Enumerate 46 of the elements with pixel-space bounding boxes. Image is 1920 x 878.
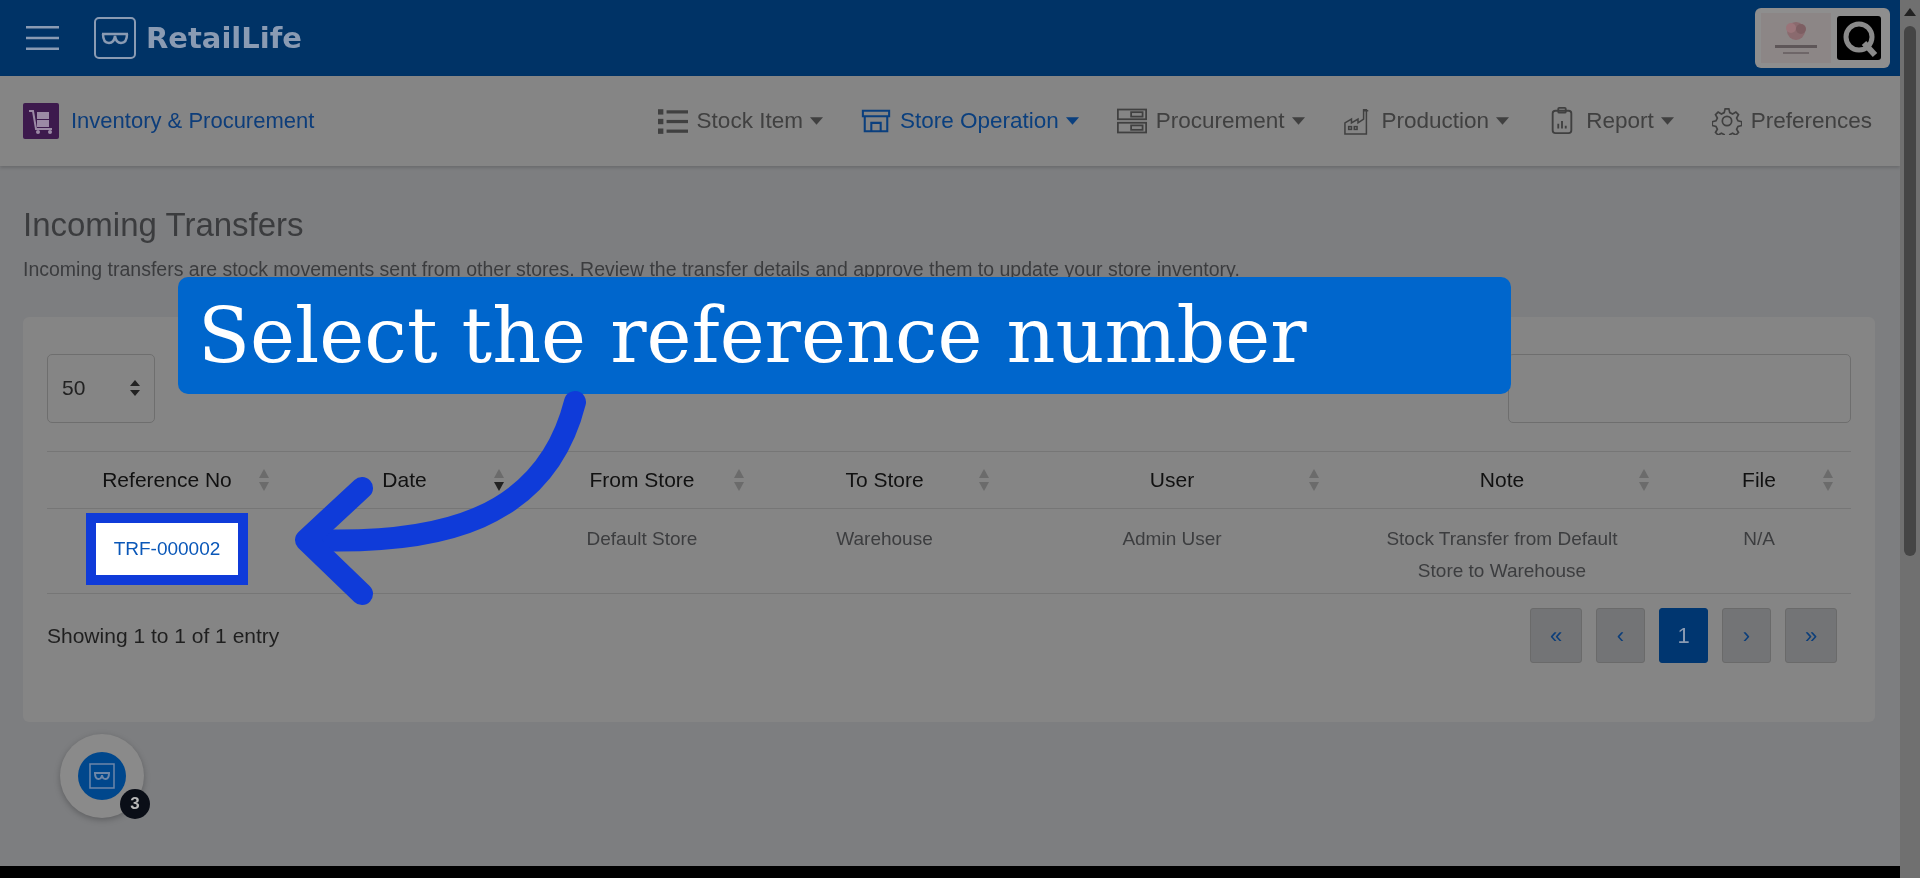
help-bubble[interactable] — [60, 734, 144, 818]
settings-icon — [1711, 107, 1742, 135]
q-logo-icon — [1837, 16, 1881, 60]
pagination-button[interactable]: › — [1722, 608, 1771, 663]
glasses-logo-icon — [94, 17, 136, 59]
nav-menu-item[interactable]: Report — [1547, 107, 1674, 135]
column-header[interactable]: Date — [287, 452, 522, 508]
store-icon — [860, 107, 891, 135]
pagination-button[interactable]: « — [1530, 608, 1582, 663]
nav-menu-item[interactable]: Preferences — [1711, 107, 1872, 135]
table-cell-text: N/A — [1743, 527, 1775, 551]
table-cell-text: Admin User — [1122, 527, 1222, 551]
column-header[interactable]: File — [1667, 452, 1851, 508]
scroll-up-icon[interactable] — [1904, 8, 1916, 16]
column-header[interactable]: User — [1007, 452, 1337, 508]
glasses-icon — [78, 752, 126, 800]
page-title: Incoming Transfers — [23, 206, 305, 244]
page-size-select[interactable]: 50 — [47, 353, 155, 423]
module-title[interactable]: Inventory & Procurement — [71, 108, 315, 134]
app-name: RetailLife — [146, 21, 303, 55]
reference-link[interactable]: TRF-000002 — [85, 513, 249, 585]
nav-menu-item[interactable]: Production — [1342, 107, 1510, 135]
cart-icon — [23, 103, 59, 139]
table-cell-text: Stock Transfer from Default Store to Warehouse — [1385, 527, 1619, 583]
scrollbar-thumb[interactable] — [1904, 26, 1916, 556]
column-header[interactable]: From Store — [522, 452, 762, 508]
list-icon — [657, 107, 688, 135]
pagination-button[interactable]: 1 — [1659, 608, 1708, 663]
column-header[interactable]: Reference No — [47, 452, 287, 508]
nav-menu-item[interactable]: Store Operation — [860, 107, 1079, 135]
sort-arrows-icon — [130, 380, 140, 396]
notification-badge: 3 — [120, 789, 150, 819]
tutorial-callout: Select the reference number — [178, 277, 1511, 394]
entries-info: Showing 1 to 1 of 1 entry — [47, 623, 280, 648]
search-field[interactable] — [1508, 353, 1851, 423]
table-cell-text: Default Store — [586, 527, 698, 551]
nav-menu-item[interactable]: Procurement — [1116, 107, 1305, 135]
pagination-button[interactable]: » — [1785, 608, 1837, 663]
column-header[interactable]: To Store — [762, 452, 1007, 508]
nav-menu-item[interactable]: Stock Item — [657, 107, 823, 135]
server-icon — [1116, 107, 1147, 135]
menu-icon[interactable] — [26, 25, 59, 51]
store-logo-box[interactable] — [1755, 8, 1890, 68]
pagination-button[interactable]: ‹ — [1596, 608, 1645, 663]
column-header[interactable]: Note — [1337, 452, 1667, 508]
table-cell-text: Warehouse — [836, 527, 933, 551]
